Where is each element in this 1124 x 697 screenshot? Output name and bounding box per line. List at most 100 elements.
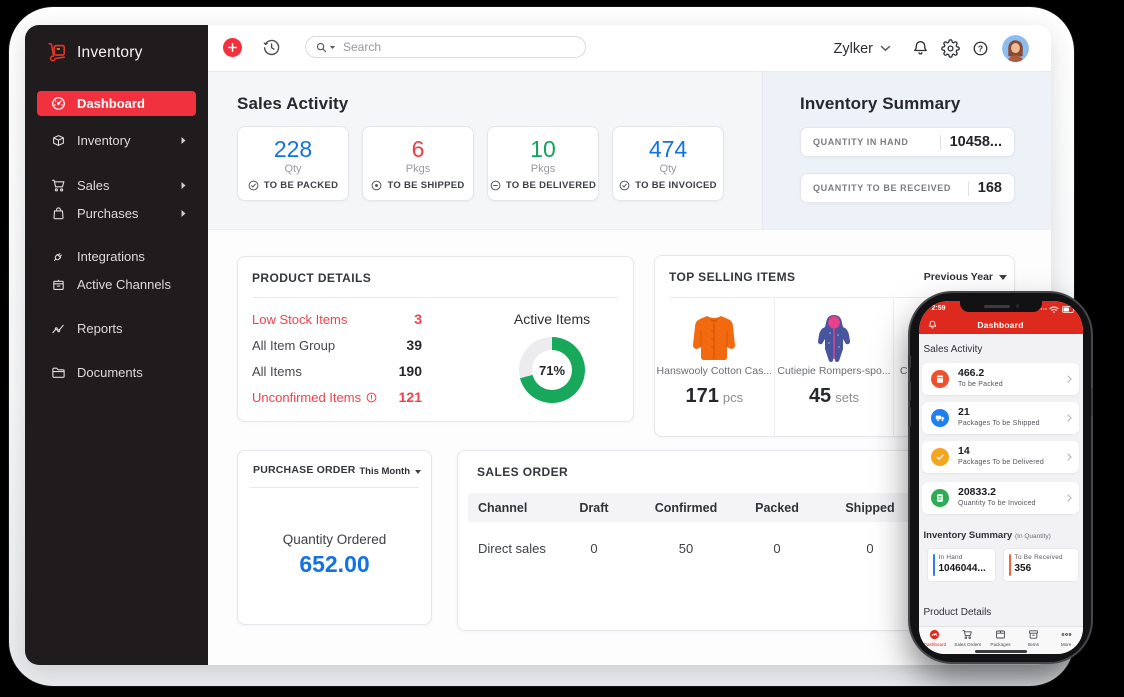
delivered-icon-badge — [931, 448, 949, 466]
org-switcher[interactable]: Zylker — [834, 41, 891, 57]
accent-bar — [1008, 554, 1011, 576]
phone-to-be-delivered-row[interactable]: 14 Packages To be Delivered — [922, 441, 1079, 473]
to-be-delivered-card[interactable]: 10 Pkgs TO BE DELIVERED — [487, 126, 599, 201]
phone-invoiced-value: 20833.2 — [958, 486, 996, 498]
notifications-bell-icon[interactable] — [911, 39, 930, 58]
unit-label: Pkgs — [530, 163, 556, 175]
phone-packed-label: To be Packed — [958, 381, 1003, 388]
caret-down-icon — [999, 274, 1007, 280]
plus-icon — [228, 43, 237, 52]
sidebar-item-label: Purchases — [77, 205, 139, 221]
cell-channel: Direct sales — [478, 540, 546, 556]
sidebar-item-label: Dashboard — [77, 95, 145, 111]
column-draft: Draft — [579, 500, 609, 515]
product-qty: 171 — [685, 385, 719, 407]
quantity-in-hand-box: QUANTITY IN HAND 10458... — [800, 127, 1015, 157]
cart-tab-icon — [962, 630, 972, 639]
user-avatar[interactable] — [1002, 35, 1029, 62]
card-label: TO BE PACKED — [263, 180, 339, 191]
phone-shipped-value: 21 — [958, 406, 970, 418]
sales-activity-title: Sales Activity — [237, 94, 349, 113]
caret-down-icon — [415, 469, 421, 474]
phone-to-be-invoiced-row[interactable]: 20833.2 Quantity To be Invoiced — [922, 482, 1079, 514]
circled-dash-icon — [490, 180, 501, 191]
purchase-order-card: PURCHASE ORDER This Month Quantity Order… — [237, 450, 432, 625]
global-search[interactable]: Search — [305, 36, 586, 58]
chevron-right-icon — [1067, 494, 1072, 502]
circled-check-icon — [248, 180, 259, 191]
recent-history-button[interactable] — [261, 37, 282, 58]
active-items-label: Active Items — [513, 311, 591, 327]
to-be-delivered-value: 10 — [530, 136, 556, 162]
dashboard-gauge-icon — [52, 96, 65, 110]
product-photo-cardigan — [693, 316, 736, 360]
tab-more[interactable]: More — [1050, 627, 1083, 654]
quantity-to-be-received-label: QUANTITY TO BE RECEIVED — [813, 183, 951, 193]
phone-to-be-packed-row[interactable]: 466.2 To be Packed — [922, 363, 1079, 395]
quick-create-button[interactable] — [223, 38, 242, 57]
search-icon — [316, 42, 327, 52]
sidebar-item-active-channels[interactable]: Active Channels — [37, 270, 196, 298]
expand-arrow-icon — [181, 136, 186, 144]
phone-home-indicator[interactable] — [974, 650, 1027, 653]
sidebar-item-dashboard[interactable]: Dashboard — [37, 90, 196, 116]
purchase-order-period-dropdown[interactable]: This Month — [359, 466, 421, 477]
sidebar-item-label: Reports — [77, 320, 123, 336]
settings-gear-icon[interactable] — [941, 39, 960, 58]
phone-power-button — [1090, 388, 1093, 416]
unconfirmed-items-value: 121 — [398, 389, 422, 405]
all-item-group-link[interactable]: All Item Group — [252, 338, 335, 353]
top-selling-period-dropdown[interactable]: Previous Year — [924, 271, 1007, 283]
avatar-image — [1002, 35, 1029, 62]
help-icon[interactable]: ? — [971, 39, 990, 58]
accent-bar — [932, 554, 935, 576]
app-logo-label: Inventory — [77, 43, 143, 61]
sidebar-item-documents[interactable]: Documents — [37, 358, 196, 386]
summary-title-text: Inventory Summary — [923, 530, 1013, 541]
chevron-down-icon — [880, 45, 891, 52]
phone-inventory-summary-title: Inventory Summary (In Quantity) — [924, 530, 1051, 541]
dashboard-tab-icon — [930, 629, 940, 640]
tab-label: Sales Orders — [954, 641, 982, 647]
package-icon — [53, 134, 64, 146]
unconfirmed-items-row: Unconfirmed Items 121 — [252, 384, 422, 410]
all-items-value: 190 — [398, 363, 422, 379]
low-stock-link[interactable]: Low Stock Items — [252, 312, 347, 327]
unconfirmed-items-link[interactable]: Unconfirmed Items — [252, 390, 377, 405]
sidebar-item-sales[interactable]: Sales — [37, 171, 196, 199]
column-channel: Channel — [478, 500, 528, 515]
channels-box-icon — [53, 279, 64, 290]
phone-product-details-title: Product Details — [923, 607, 992, 618]
phone-notch — [959, 301, 1042, 312]
tab-label: More — [1060, 641, 1072, 647]
to-be-packed-card[interactable]: 228 Qty TO BE PACKED — [237, 126, 349, 201]
sidebar-item-reports[interactable]: Reports — [37, 314, 196, 342]
quantity-ordered-value: 652.00 — [299, 551, 370, 577]
sales-order-title: SALES ORDER — [477, 465, 569, 479]
to-be-shipped-card[interactable]: 6 Pkgs TO BE SHIPPED — [362, 126, 474, 201]
all-items-link[interactable]: All Items — [252, 364, 302, 379]
top-selling-item[interactable]: Cutiepie Rompers-spo... 45 sets — [775, 297, 895, 436]
unit-label: Qty — [284, 163, 302, 175]
sidebar-item-purchases[interactable]: Purchases — [37, 199, 196, 227]
tab-dashboard[interactable]: Dashboard — [919, 627, 952, 654]
top-selling-item[interactable]: Hanswooly Cotton Cas... 171 pcs — [655, 297, 775, 436]
phone-to-be-shipped-row[interactable]: 21 Packages To be Shipped — [922, 402, 1079, 434]
app-logo: Inventory — [47, 42, 143, 63]
to-be-invoiced-card[interactable]: 474 Qty TO BE INVOICED — [612, 126, 724, 201]
chevron-right-icon — [1067, 375, 1072, 383]
topbar-actions: Zylker ? — [834, 25, 1051, 72]
sidebar-item-integrations[interactable]: Integrations — [37, 242, 196, 270]
more-dots-icon — [1061, 633, 1071, 636]
divider — [253, 297, 618, 298]
unit-label: Qty — [659, 163, 677, 175]
chevron-right-icon — [1067, 453, 1072, 461]
unit-label: Pkgs — [405, 163, 431, 175]
items-tab-icon — [1028, 630, 1038, 639]
search-placeholder: Search — [343, 40, 382, 54]
sidebar-item-inventory[interactable]: Inventory — [37, 126, 196, 154]
invoiced-icon-badge — [931, 489, 949, 507]
cell-draft: 0 — [590, 540, 598, 556]
chart-line-icon — [52, 324, 64, 333]
phone-sales-activity-title: Sales Activity — [923, 344, 983, 355]
